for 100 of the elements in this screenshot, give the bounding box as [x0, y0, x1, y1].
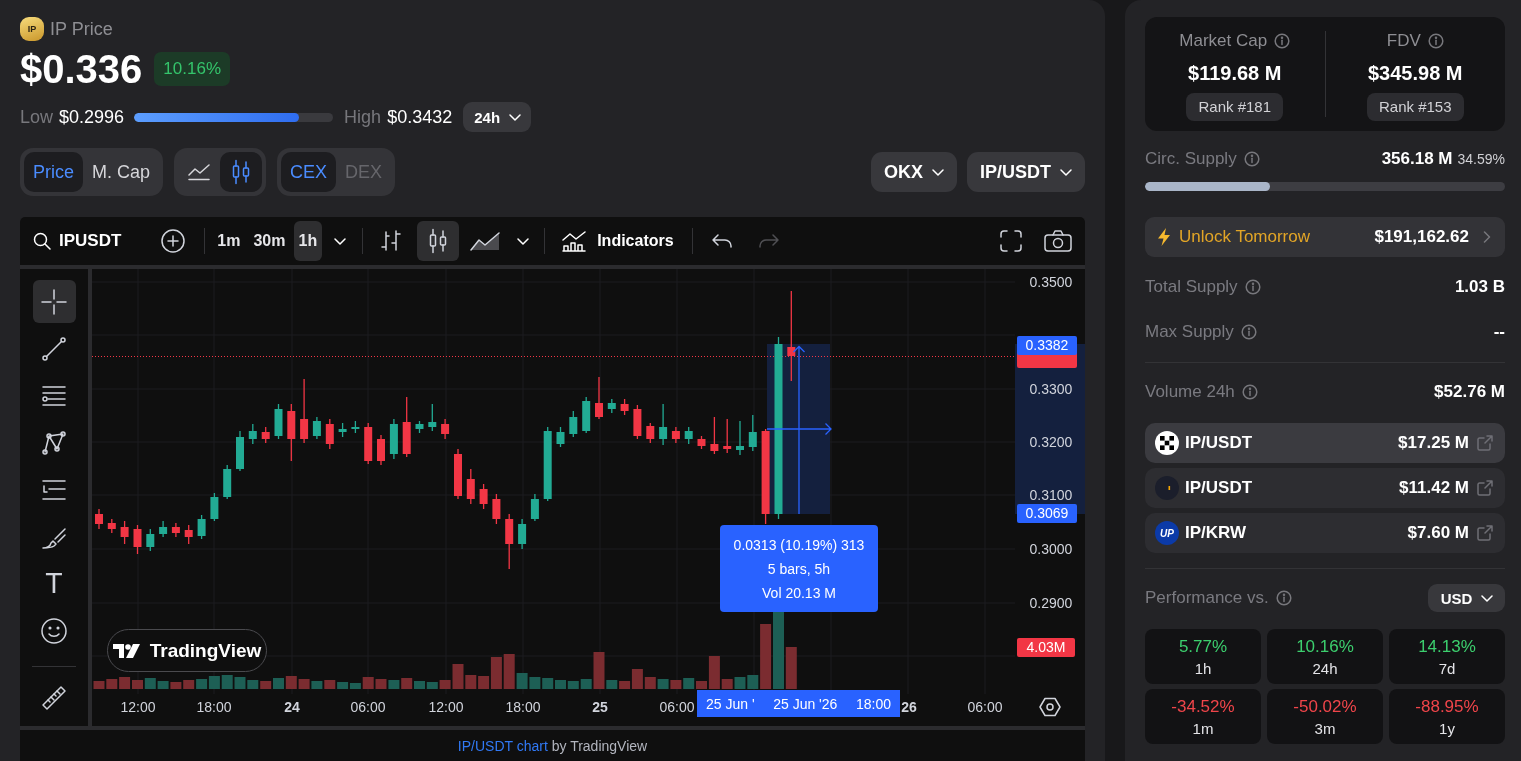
candle	[312, 416, 321, 440]
toggle-option[interactable]: Price	[24, 152, 83, 192]
stat-label: Market Cap	[1179, 30, 1268, 51]
volume-bar	[183, 680, 195, 689]
toggle-option[interactable]: M. Cap	[83, 152, 160, 192]
period-dropdown[interactable]: 24h	[463, 102, 532, 132]
candle	[197, 514, 206, 540]
symbol-search-button[interactable]: IPUSDT	[33, 221, 122, 261]
toggle-option[interactable]: CEX	[281, 152, 337, 192]
external-link-icon[interactable]	[1477, 525, 1493, 541]
volume-bar	[529, 677, 541, 689]
stat-label: Volume 24h	[1145, 382, 1235, 402]
candle	[95, 508, 103, 530]
candle	[236, 430, 244, 472]
candle	[595, 376, 603, 420]
volume-bar	[234, 677, 246, 689]
range-label: High	[344, 106, 382, 128]
price-axis-label: 0.3100	[1029, 487, 1073, 503]
stat-value: 1.03 B	[1454, 277, 1505, 297]
fullscreen-icon[interactable]	[999, 229, 1023, 253]
performance-period: 1y	[1439, 719, 1455, 737]
indicators-button[interactable]: Indicators	[562, 221, 674, 261]
candle	[377, 434, 385, 466]
performance-value: 10.16%	[1296, 636, 1354, 657]
stat-value: --	[1493, 322, 1505, 342]
volume-bar	[683, 678, 695, 689]
candle	[261, 426, 270, 444]
volume-bar	[542, 678, 554, 689]
market-dropdown[interactable]: IP/USDT	[967, 152, 1085, 192]
candle	[248, 423, 257, 445]
market-volume: $7.60 M	[1407, 523, 1469, 543]
volume-bar	[273, 678, 284, 689]
candle	[133, 524, 142, 555]
volume-bar	[144, 678, 156, 689]
time-axis-label: 06:00	[967, 699, 1003, 715]
volume-bar	[375, 679, 387, 689]
market-dropdown[interactable]: OKX	[870, 152, 957, 192]
candle	[325, 418, 334, 450]
volume-bar	[208, 676, 220, 689]
undo-icon[interactable]	[710, 233, 733, 249]
candle	[556, 426, 565, 448]
caret-icon[interactable]	[334, 237, 347, 245]
caret-icon[interactable]	[517, 237, 530, 245]
external-link-icon[interactable]	[1477, 480, 1493, 496]
stat-value: $119.68 M	[1188, 60, 1282, 85]
interval-button[interactable]: 1m	[212, 221, 246, 261]
unlock-banner[interactable]: Unlock Tomorrow $191,162.62	[1145, 217, 1505, 257]
stat-value: $345.98 M	[1368, 60, 1463, 85]
supply-percent: 34.59%	[1457, 151, 1505, 167]
candle	[710, 416, 719, 455]
date-text: 25 Jun '	[706, 695, 755, 712]
caret-icon	[932, 168, 944, 176]
exchange-logo: UP	[1155, 521, 1179, 545]
market-row[interactable]: IP/USDT $17.25 M	[1145, 423, 1505, 463]
performance-value: 14.13%	[1418, 636, 1476, 657]
date-text: 25 Jun '26	[773, 695, 838, 712]
candle	[723, 418, 732, 454]
interval-button[interactable]: 30m	[248, 221, 291, 261]
market-row[interactable]: IP/USDT $11.42 M	[1145, 468, 1505, 508]
candle	[620, 398, 629, 416]
info-icon	[1243, 151, 1260, 167]
rank-badge: Rank #181	[1186, 92, 1284, 121]
candle	[107, 518, 116, 534]
chart-type-button[interactable]	[417, 221, 460, 261]
candle	[364, 422, 373, 465]
caret-icon	[1481, 594, 1494, 602]
candle	[684, 426, 693, 445]
settings-icon[interactable]	[1039, 697, 1061, 717]
text-tool-button[interactable]: T	[32, 562, 76, 605]
time-axis-label: 12:00	[428, 699, 464, 715]
market-pair: IP/KRW	[1185, 523, 1247, 543]
chart-attribution: IP/USDT chart by TradingView	[457, 737, 648, 754]
performance-value: -50.02%	[1293, 696, 1357, 717]
time-axis-label: 12:00	[120, 699, 156, 715]
smiley-icon	[40, 616, 68, 645]
stat-value: $52.76 M	[1434, 382, 1505, 402]
currency-dropdown[interactable]: USD	[1428, 584, 1505, 612]
volume-bar	[401, 678, 413, 689]
line-chart-icon	[188, 163, 211, 181]
interval-button[interactable]: 1h	[293, 221, 323, 261]
info-icon	[1275, 590, 1292, 606]
candle	[146, 528, 155, 552]
chart-link[interactable]: IP/USDT chart	[457, 737, 548, 754]
market-volume: $11.42 M	[1399, 478, 1469, 498]
camera-icon[interactable]	[1044, 230, 1072, 252]
lightning-icon	[1157, 227, 1171, 247]
candle	[120, 520, 129, 545]
candle	[274, 403, 283, 440]
drawing-tool-button[interactable]	[32, 280, 76, 323]
time-axis-label: 24	[284, 699, 300, 715]
candle	[300, 378, 309, 444]
performance-value: -88.95%	[1415, 696, 1479, 717]
volume-bar	[298, 679, 310, 689]
ruler-icon	[40, 683, 68, 712]
rank-badge: Rank #153	[1366, 92, 1464, 121]
performance-value: -34.52%	[1171, 696, 1235, 717]
plus-circle-icon[interactable]	[161, 229, 186, 253]
crosshair-icon	[40, 287, 68, 316]
chart-style-toggle[interactable]	[220, 152, 263, 192]
market-row[interactable]: UP IP/KRW $7.60 M	[1145, 513, 1505, 553]
